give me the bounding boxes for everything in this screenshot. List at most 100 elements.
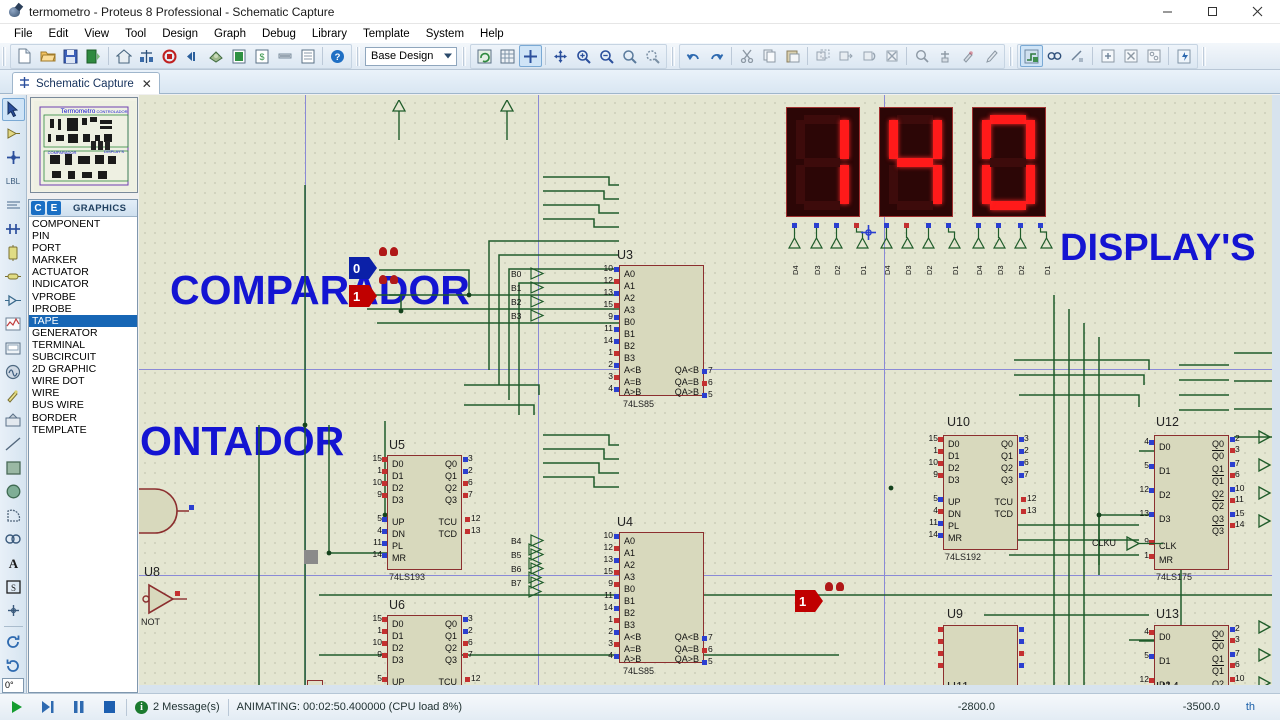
- toolbar-grip-4[interactable]: [671, 46, 675, 66]
- new-sheet-icon[interactable]: [13, 45, 36, 67]
- selector-item-marker[interactable]: MARKER: [29, 254, 137, 266]
- menu-template[interactable]: Template: [355, 27, 418, 41]
- path-icon[interactable]: [2, 528, 25, 551]
- selector-item-subcircuit[interactable]: SUBCIRCUIT: [29, 351, 137, 363]
- menu-system[interactable]: System: [418, 27, 472, 41]
- schematic-canvas[interactable]: COMPARADOR ONTADOR DISPLAY'S D4 D3 D2 D1…: [139, 95, 1272, 693]
- copy-icon[interactable]: [758, 45, 781, 67]
- current-probe-icon[interactable]: [2, 408, 25, 431]
- close-button[interactable]: [1235, 0, 1280, 24]
- subcircuit-icon[interactable]: [2, 241, 25, 264]
- chip-u5[interactable]: D0 D1 D2 D3 UP DN PL MR Q0 Q1 Q2 Q3 TCU …: [387, 455, 462, 570]
- toolbar-grip-3[interactable]: [462, 46, 466, 66]
- pan-icon[interactable]: [549, 45, 572, 67]
- close-icon[interactable]: ✕: [142, 77, 152, 91]
- block-delete-icon[interactable]: [880, 45, 903, 67]
- bom-report-icon[interactable]: [227, 45, 250, 67]
- menu-file[interactable]: File: [6, 27, 41, 41]
- cut-icon[interactable]: [735, 45, 758, 67]
- new-sheet2-icon[interactable]: [1096, 45, 1119, 67]
- selector-item-port[interactable]: PORT: [29, 242, 137, 254]
- line-icon[interactable]: [2, 432, 25, 455]
- selector-create-button[interactable]: C: [31, 201, 45, 215]
- menu-help[interactable]: Help: [472, 27, 512, 41]
- selector-item-generator[interactable]: GENERATOR: [29, 327, 137, 339]
- horizontal-scrollbar[interactable]: [139, 685, 1272, 693]
- decompose-icon[interactable]: [979, 45, 1002, 67]
- tape-recorder-icon[interactable]: [2, 337, 25, 360]
- help-icon[interactable]: ?: [326, 45, 349, 67]
- play-button[interactable]: [8, 699, 25, 716]
- make-device-icon[interactable]: [933, 45, 956, 67]
- message-status[interactable]: i 2 Message(s): [135, 700, 220, 714]
- overview-preview[interactable]: Termometro CONTROLADOR COMPARADOR DISPLA…: [30, 97, 138, 193]
- junction-dot-icon[interactable]: [2, 146, 25, 169]
- refresh-icon[interactable]: [473, 45, 496, 67]
- bill-of-materials-icon[interactable]: $: [250, 45, 273, 67]
- rotate-clockwise-icon[interactable]: [2, 630, 25, 653]
- selector-item-vprobe[interactable]: VPROBE: [29, 291, 137, 303]
- stop-button[interactable]: [101, 699, 118, 716]
- object-selector-list[interactable]: COMPONENT PIN PORT MARKER ACTUATOR INDIC…: [29, 217, 137, 692]
- toggle-down-button[interactable]: [836, 582, 844, 591]
- rotate-anticlockwise-icon[interactable]: [2, 654, 25, 677]
- selector-item-terminal[interactable]: TERMINAL: [29, 339, 137, 351]
- marker-icon[interactable]: [2, 599, 25, 622]
- redo-icon[interactable]: [705, 45, 728, 67]
- search-tag-icon[interactable]: [1043, 45, 1066, 67]
- maximize-button[interactable]: [1190, 0, 1235, 24]
- 3d-viewer-icon[interactable]: [204, 45, 227, 67]
- undo-icon[interactable]: [682, 45, 705, 67]
- selector-item-component[interactable]: COMPONENT: [29, 218, 137, 230]
- chip-u11[interactable]: D0 D1 D2 D3 UP DN PL MR Q0 Q1 Q2 Q3 TCU …: [943, 435, 1018, 550]
- block-move-icon[interactable]: [834, 45, 857, 67]
- pcb-layout-icon[interactable]: [158, 45, 181, 67]
- toolbar-grip-5[interactable]: [1009, 46, 1013, 66]
- zoom-area-icon[interactable]: [618, 45, 641, 67]
- packaging-tool-icon[interactable]: [956, 45, 979, 67]
- selector-item-wire[interactable]: WIRE: [29, 387, 137, 399]
- chip-u4[interactable]: A0 A1 A2 A3 B0 B1 B2 B3 A<B A=B A>B QA<B…: [619, 532, 704, 664]
- selector-item-border[interactable]: BORDER: [29, 412, 137, 424]
- remove-sheet-icon[interactable]: [1119, 45, 1142, 67]
- terminal-icon[interactable]: [2, 265, 25, 288]
- netlist-icon[interactable]: [273, 45, 296, 67]
- import-export-icon[interactable]: [82, 45, 105, 67]
- pause-button[interactable]: [70, 699, 87, 716]
- toggle-buttons-2[interactable]: [825, 582, 844, 591]
- origin-icon[interactable]: [519, 45, 542, 67]
- selection-mode-icon[interactable]: [1, 98, 25, 121]
- netlist-compiler-icon[interactable]: [1172, 45, 1195, 67]
- chip-u3[interactable]: A0 A1 A2 A3 B0 B1 B2 B3 A<B A=B A>B QA<B…: [619, 265, 704, 397]
- toggle-up-button[interactable]: [379, 247, 387, 256]
- menu-debug[interactable]: Debug: [254, 27, 304, 41]
- zoom-in-icon[interactable]: [572, 45, 595, 67]
- step-button[interactable]: [39, 699, 56, 716]
- selector-item-2d-graphic[interactable]: 2D GRAPHIC: [29, 363, 137, 375]
- vertical-scrollbar[interactable]: [1272, 95, 1280, 693]
- zoom-out-icon[interactable]: [595, 45, 618, 67]
- bus-icon[interactable]: [2, 217, 25, 240]
- menu-design[interactable]: Design: [154, 27, 206, 41]
- menu-edit[interactable]: Edit: [41, 27, 77, 41]
- generator-icon[interactable]: [2, 361, 25, 384]
- toggle-down-button[interactable]: [390, 247, 398, 256]
- selector-item-iprobe[interactable]: IPROBE: [29, 303, 137, 315]
- selector-item-indicator[interactable]: INDICATOR: [29, 278, 137, 290]
- device-pin-icon[interactable]: [2, 289, 25, 312]
- toolbar-grip[interactable]: [2, 46, 6, 66]
- property-assign-icon[interactable]: [1066, 45, 1089, 67]
- toggle-down-button[interactable]: [390, 275, 398, 284]
- hierarchy-icon[interactable]: [135, 45, 158, 67]
- toggle-up-button[interactable]: [825, 582, 833, 591]
- selector-item-actuator[interactable]: ACTUATOR: [29, 266, 137, 278]
- grid-toggle-icon[interactable]: [496, 45, 519, 67]
- home-sheet-icon[interactable]: [112, 45, 135, 67]
- voltage-probe-icon[interactable]: [2, 385, 25, 408]
- open-design-icon[interactable]: [36, 45, 59, 67]
- wire-autorouter-icon[interactable]: [1020, 45, 1043, 67]
- back-icon[interactable]: [181, 45, 204, 67]
- selector-edit-button[interactable]: E: [47, 201, 61, 215]
- toggle-up-button[interactable]: [379, 275, 387, 284]
- circle-icon[interactable]: [2, 480, 25, 503]
